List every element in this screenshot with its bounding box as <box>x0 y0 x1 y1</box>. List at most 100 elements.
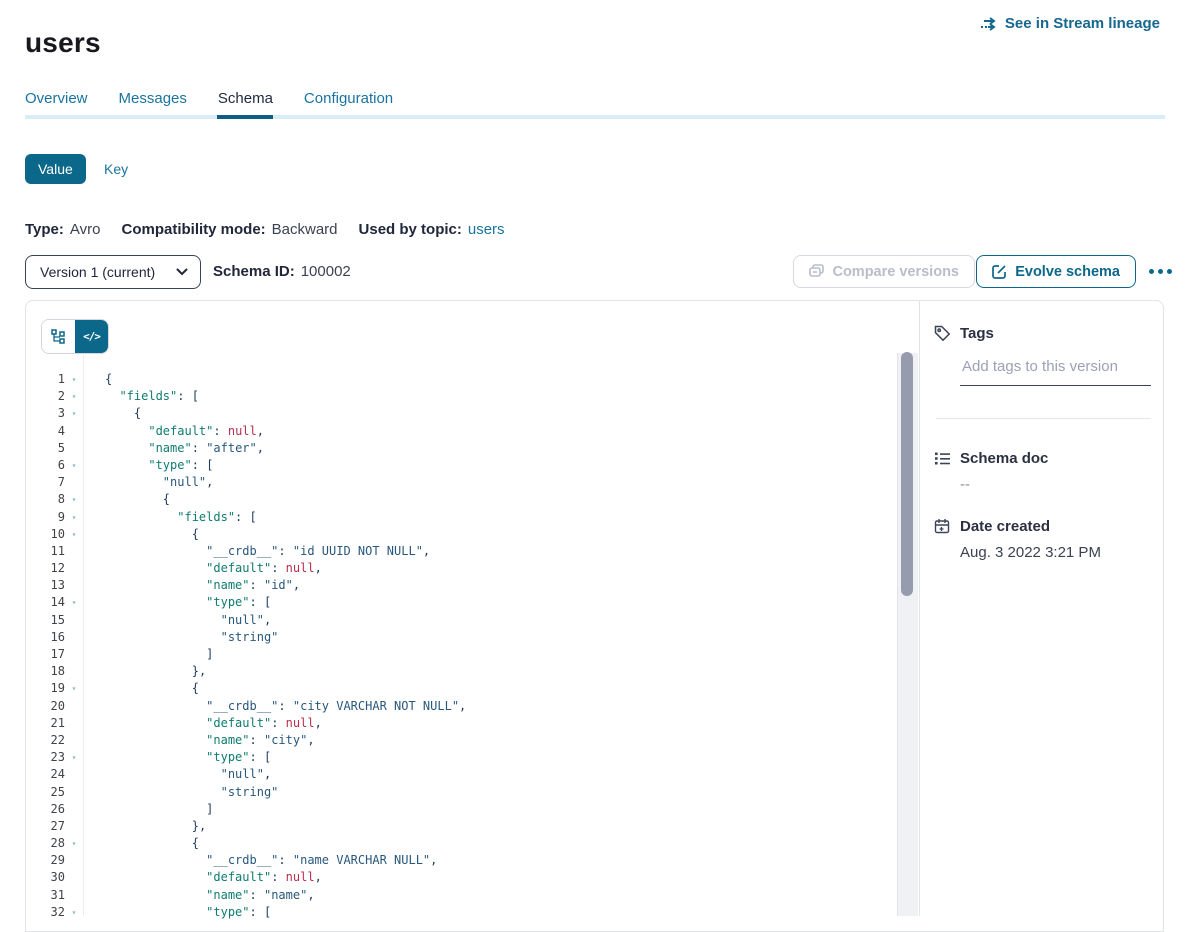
code-line[interactable]: 6▾ "type": [ <box>26 457 886 474</box>
code-line[interactable]: 25 "string" <box>26 784 886 801</box>
code-line[interactable]: 10▾ { <box>26 526 886 543</box>
code-line-text[interactable]: { <box>83 680 199 697</box>
code-line[interactable]: 28▾ { <box>26 835 886 852</box>
code-line[interactable]: 18 }, <box>26 663 886 680</box>
code-line-text[interactable]: "name": "city", <box>83 732 315 749</box>
fold-triangle-icon[interactable]: ▾ <box>65 509 83 526</box>
code-line-text[interactable]: { <box>83 405 141 422</box>
code-line[interactable]: 21 "default": null, <box>26 715 886 732</box>
code-line[interactable]: 23▾ "type": [ <box>26 749 886 766</box>
code-line[interactable]: 29 "__crdb__": "name VARCHAR NULL", <box>26 852 886 869</box>
code-line[interactable]: 9▾ "fields": [ <box>26 509 886 526</box>
fold-triangle-icon[interactable]: ▾ <box>65 491 83 508</box>
code-line-text[interactable]: "name": "after", <box>83 440 264 457</box>
code-line-text[interactable]: "type": [ <box>83 904 271 921</box>
code-line[interactable]: 11 "__crdb__": "id UUID NOT NULL", <box>26 543 886 560</box>
code-line-text[interactable]: { <box>83 835 199 852</box>
see-in-stream-lineage-link[interactable]: See in Stream lineage <box>980 15 1160 32</box>
topic-link[interactable]: users <box>468 221 505 238</box>
tree-view-icon <box>51 329 67 345</box>
code-line[interactable]: 31 "name": "name", <box>26 887 886 904</box>
fold-triangle-icon[interactable]: ▾ <box>65 388 83 405</box>
code-line-text[interactable]: }, <box>83 663 206 680</box>
code-line[interactable]: 27 }, <box>26 818 886 835</box>
code-line-text[interactable]: "string" <box>83 784 278 801</box>
code-line-text[interactable]: "name": "name", <box>83 887 315 904</box>
code-line-text[interactable]: "__crdb__": "id UUID NOT NULL", <box>83 543 430 560</box>
code-line-text[interactable]: ] <box>83 801 213 818</box>
type-label: Type: <box>25 221 64 238</box>
code-line[interactable]: 1▾{ <box>26 371 886 388</box>
fold-triangle-icon[interactable]: ▾ <box>65 405 83 422</box>
fold-triangle-icon[interactable]: ▾ <box>65 371 83 388</box>
code-line[interactable]: 14▾ "type": [ <box>26 594 886 611</box>
code-line-text[interactable]: "type": [ <box>83 594 271 611</box>
line-number: 3 <box>26 405 65 422</box>
compare-versions-button[interactable]: Compare versions <box>793 255 975 288</box>
code-line[interactable]: 26 ] <box>26 801 886 818</box>
code-line[interactable]: 30 "default": null, <box>26 869 886 886</box>
tab-messages[interactable]: Messages <box>119 90 187 107</box>
code-line[interactable]: 3▾ { <box>26 405 886 422</box>
fold-triangle-icon[interactable]: ▾ <box>65 904 83 921</box>
line-number: 13 <box>26 577 65 594</box>
code-line-text[interactable]: { <box>83 526 199 543</box>
code-line-text[interactable]: "type": [ <box>83 457 213 474</box>
code-line[interactable]: 19▾ { <box>26 680 886 697</box>
code-line-text[interactable]: "__crdb__": "name VARCHAR NULL", <box>83 852 437 869</box>
code-line[interactable]: 24 "null", <box>26 766 886 783</box>
tab-configuration[interactable]: Configuration <box>304 90 393 107</box>
code-line-text[interactable]: "__crdb__": "city VARCHAR NOT NULL", <box>83 698 466 715</box>
schema-code-editor[interactable]: 1▾{2▾ "fields": [3▾ {4 "default": null,5… <box>26 371 886 921</box>
code-line[interactable]: 4 "default": null, <box>26 423 886 440</box>
code-line-text[interactable]: }, <box>83 818 206 835</box>
editor-scrollbar-thumb[interactable] <box>901 352 913 596</box>
tree-view-button[interactable] <box>42 320 75 353</box>
code-view-button[interactable]: </> <box>75 320 108 353</box>
code-line[interactable]: 8▾ { <box>26 491 886 508</box>
code-line-text[interactable]: "null", <box>83 474 213 491</box>
code-line[interactable]: 7 "null", <box>26 474 886 491</box>
line-number: 30 <box>26 869 65 886</box>
fold-triangle-icon[interactable]: ▾ <box>65 680 83 697</box>
code-line-text[interactable]: "default": null, <box>83 423 264 440</box>
tags-input[interactable] <box>960 357 1154 376</box>
fold-triangle-icon[interactable]: ▾ <box>65 749 83 766</box>
code-line[interactable]: 20 "__crdb__": "city VARCHAR NOT NULL", <box>26 698 886 715</box>
code-line-text[interactable]: ] <box>83 646 213 663</box>
fold-triangle-icon[interactable]: ▾ <box>65 457 83 474</box>
code-line[interactable]: 12 "default": null, <box>26 560 886 577</box>
fold-triangle-icon[interactable]: ▾ <box>65 835 83 852</box>
code-line[interactable]: 17 ] <box>26 646 886 663</box>
code-line-text[interactable]: "fields": [ <box>83 388 199 405</box>
evolve-schema-button[interactable]: Evolve schema <box>976 255 1136 288</box>
list-icon <box>934 450 951 472</box>
code-line-text[interactable]: "default": null, <box>83 869 322 886</box>
value-toggle-button[interactable]: Value <box>25 154 86 184</box>
line-number: 31 <box>26 887 65 904</box>
key-toggle-button[interactable]: Key <box>104 161 128 177</box>
code-line-text[interactable]: "default": null, <box>83 560 322 577</box>
code-line-text[interactable]: "type": [ <box>83 749 271 766</box>
version-select[interactable]: Version 1 (current) <box>25 255 201 289</box>
code-line-text[interactable]: "fields": [ <box>83 509 257 526</box>
code-line[interactable]: 15 "null", <box>26 612 886 629</box>
tab-schema[interactable]: Schema <box>218 90 273 107</box>
code-line[interactable]: 2▾ "fields": [ <box>26 388 886 405</box>
code-line-text[interactable]: "null", <box>83 612 271 629</box>
code-line[interactable]: 13 "name": "id", <box>26 577 886 594</box>
code-line-text[interactable]: "default": null, <box>83 715 322 732</box>
fold-triangle-icon[interactable]: ▾ <box>65 526 83 543</box>
more-options-button[interactable] <box>1149 255 1172 288</box>
tab-overview[interactable]: Overview <box>25 90 88 107</box>
code-line-text[interactable]: "null", <box>83 766 271 783</box>
fold-triangle-icon[interactable]: ▾ <box>65 594 83 611</box>
code-line[interactable]: 5 "name": "after", <box>26 440 886 457</box>
code-line-text[interactable]: "string" <box>83 629 278 646</box>
code-line[interactable]: 32▾ "type": [ <box>26 904 886 921</box>
code-line-text[interactable]: { <box>83 491 170 508</box>
code-line-text[interactable]: "name": "id", <box>83 577 300 594</box>
code-line[interactable]: 16 "string" <box>26 629 886 646</box>
code-line[interactable]: 22 "name": "city", <box>26 732 886 749</box>
code-line-text[interactable]: { <box>83 371 112 388</box>
